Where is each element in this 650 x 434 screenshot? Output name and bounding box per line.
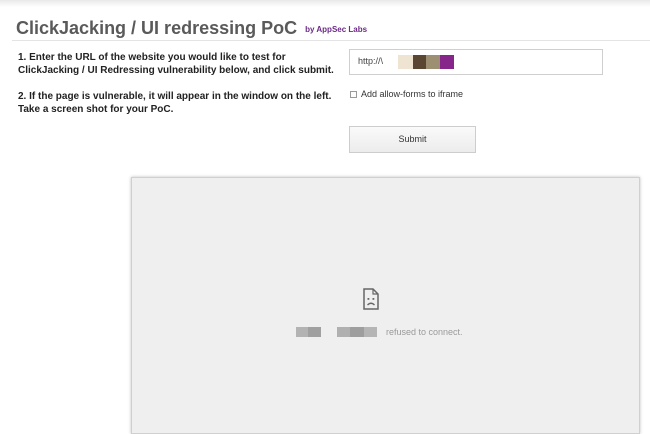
iframe-preview: refused to connect. bbox=[131, 177, 640, 434]
top-shadow-bar bbox=[0, 0, 650, 7]
url-input-value: http://\ bbox=[358, 56, 384, 66]
redacted-url-segment bbox=[440, 55, 454, 69]
byline-appsec-labs: by AppSec Labs bbox=[305, 25, 368, 34]
page-title: ClickJacking / UI redressing PoC by AppS… bbox=[16, 18, 367, 39]
redacted-url-segment bbox=[413, 55, 426, 69]
redacted-host-segment bbox=[350, 327, 364, 337]
allow-forms-label: Add allow-forms to iframe bbox=[361, 89, 464, 99]
refused-to-connect-text: refused to connect. bbox=[386, 327, 463, 337]
redacted-host-gap bbox=[321, 327, 337, 337]
allow-forms-option[interactable]: Add allow-forms to iframe bbox=[350, 88, 463, 100]
instruction-step-2: 2. If the page is vulnerable, it will ap… bbox=[18, 91, 332, 115]
url-input[interactable]: http://\ bbox=[349, 49, 603, 75]
redacted-url-segment bbox=[426, 55, 440, 69]
instruction-step-1: 1. Enter the URL of the website you woul… bbox=[18, 52, 334, 76]
page-title-text: ClickJacking / UI redressing PoC bbox=[16, 18, 298, 38]
redacted-host-segment bbox=[364, 327, 377, 337]
submit-button[interactable]: Submit bbox=[349, 126, 476, 153]
redacted-host-segment bbox=[337, 327, 350, 337]
sad-page-icon bbox=[363, 288, 379, 310]
redacted-host-segment bbox=[296, 327, 308, 337]
page-header: ClickJacking / UI redressing PoC by AppS… bbox=[12, 8, 650, 41]
redacted-host-segment bbox=[308, 327, 321, 337]
connection-error: refused to connect. bbox=[296, 327, 463, 337]
allow-forms-checkbox[interactable] bbox=[350, 90, 357, 98]
redacted-url-segment bbox=[398, 55, 413, 69]
